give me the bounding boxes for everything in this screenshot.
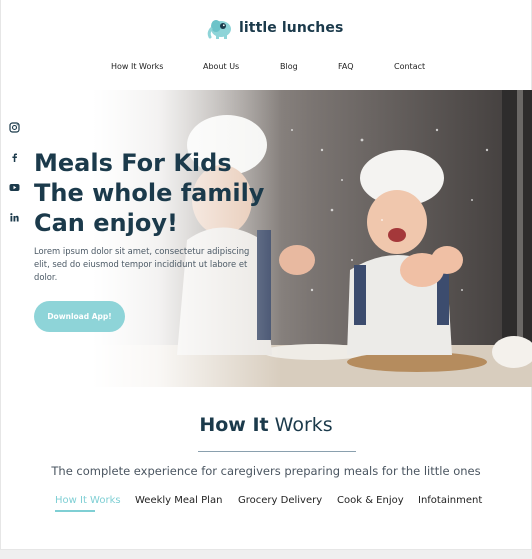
download-app-button[interactable]: Download App! <box>34 301 125 332</box>
tab-how-it-works[interactable]: How It Works <box>55 495 121 506</box>
linkedin-icon[interactable] <box>9 212 20 223</box>
brand-name: little lunches <box>239 20 344 36</box>
nav-about-us[interactable]: About Us <box>203 62 239 71</box>
nav-faq[interactable]: FAQ <box>338 62 354 71</box>
hero-subtitle: Lorem ipsum dolor sit amet, consectetur … <box>34 246 250 282</box>
how-it-works-heading-bold: How It <box>199 414 269 436</box>
hero-title-line: The whole family <box>34 179 265 207</box>
youtube-icon[interactable] <box>9 182 20 193</box>
nav-blog[interactable]: Blog <box>280 62 298 71</box>
how-it-works-heading: How It Works <box>0 414 532 436</box>
facebook-icon[interactable] <box>9 152 20 163</box>
hero-title-line: Can enjoy! <box>34 209 178 237</box>
how-it-works-heading-light: Works <box>274 414 333 436</box>
active-tab-underline <box>55 510 95 512</box>
hero-title: Meals For Kids The whole family Can enjo… <box>34 148 264 238</box>
hero-title-line: Meals For Kids <box>34 149 232 177</box>
how-it-works-tabs: How It Works Weekly Meal Plan Grocery De… <box>0 495 532 515</box>
hero-fade-overlay <box>92 90 282 387</box>
elephant-logo-icon <box>207 20 231 39</box>
tab-cook-and-enjoy[interactable]: Cook & Enjoy <box>337 495 404 506</box>
heading-divider <box>198 451 356 452</box>
main-nav: How It Works About Us Blog FAQ Contact <box>0 62 532 76</box>
nav-contact[interactable]: Contact <box>394 62 425 71</box>
brand-logo[interactable]: little lunches <box>207 14 343 42</box>
how-it-works-subtitle: The complete experience for caregivers p… <box>51 464 481 478</box>
tab-grocery-delivery[interactable]: Grocery Delivery <box>238 495 322 506</box>
instagram-icon[interactable] <box>9 122 20 133</box>
hero-image <box>92 90 532 387</box>
nav-how-it-works[interactable]: How It Works <box>111 62 163 71</box>
page-bottom-strip <box>0 550 532 559</box>
tab-weekly-meal-plan[interactable]: Weekly Meal Plan <box>135 495 222 506</box>
tab-infotainment[interactable]: Infotainment <box>418 495 482 506</box>
